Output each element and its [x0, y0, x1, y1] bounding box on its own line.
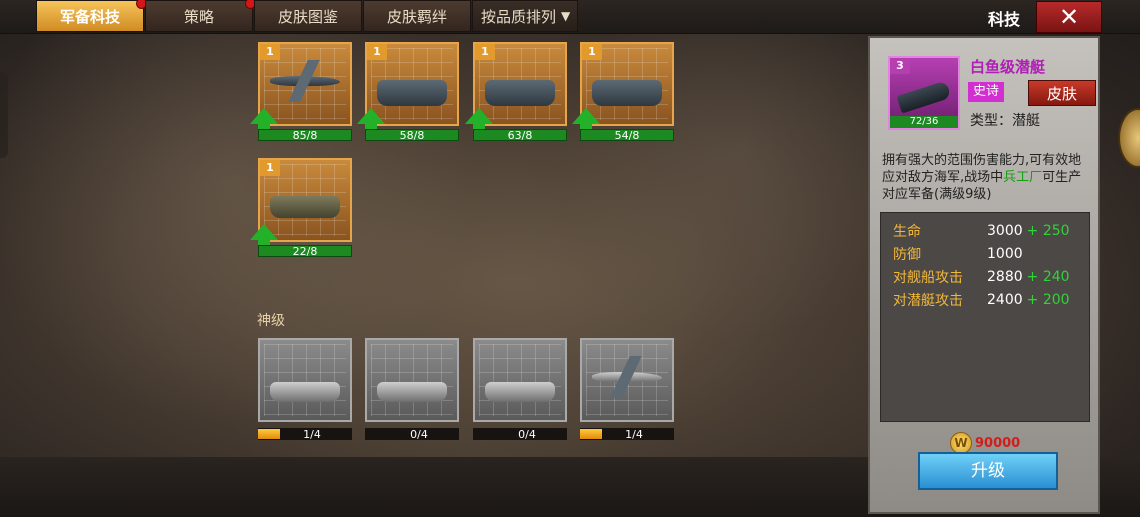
unit-card[interactable]: 1 22/8 [250, 158, 352, 257]
coin-icon: W [950, 432, 972, 454]
skin-button[interactable]: 皮肤 [1028, 80, 1096, 106]
upgrade-arrow-icon [250, 108, 278, 134]
upgrade-arrow-icon [572, 108, 600, 134]
cost-value: 90000 [975, 435, 1021, 451]
level-badge: 3 [890, 58, 910, 74]
stat-name: 生命 [893, 223, 921, 240]
unit-card[interactable]: 1 85/8 [250, 42, 352, 141]
tab-label: 军备科技 [59, 7, 120, 26]
shard-progress: 0/4 [365, 427, 459, 441]
battleship-icon [377, 80, 447, 106]
shard-progress-text: 0/4 [410, 427, 428, 441]
tab-skin-bond[interactable]: 皮肤羁绊 [363, 0, 471, 32]
stat-bonus: + 240 [1026, 268, 1070, 285]
shard-progress: 0/4 [473, 427, 567, 441]
shard-progress-text: 1/4 [303, 427, 321, 441]
level-badge: 1 [260, 160, 280, 176]
unit-progress: 85/8 [258, 129, 352, 141]
unit-card[interactable]: 1 54/8 [572, 42, 674, 141]
rarity-badge: 史诗 [968, 82, 1004, 102]
stat-row: 生命 3000 + 250 [881, 219, 1089, 242]
unit-card[interactable]: 1 58/8 [357, 42, 459, 141]
unit-description: 拥有强大的范围伤害能力,可有效地应对敌方海军,战场中兵工厂可生产对应军备(满级9… [882, 152, 1094, 203]
sort-label: 按品质排列 [481, 7, 557, 26]
upgrade-button[interactable]: 升级 [918, 452, 1058, 490]
unit-art [365, 338, 459, 422]
stat-row: 对潜艇攻击 2400 + 200 [881, 288, 1089, 311]
section-title-god-tier: 神级 [257, 313, 285, 329]
level-badge: 1 [582, 44, 602, 60]
stat-row: 防御 1000 [881, 242, 1089, 265]
upgrade-arrow-icon [250, 224, 278, 250]
stat-bonus: + 250 [1026, 222, 1070, 239]
bomber-plane-icon [270, 76, 340, 86]
stat-row: 对舰船攻击 2880 + 240 [881, 265, 1089, 288]
unit-card-locked[interactable]: 1/4 [580, 338, 674, 441]
artillery-icon [485, 382, 555, 402]
unit-progress: 22/8 [258, 245, 352, 257]
tab-label: 皮肤图鉴 [277, 7, 338, 26]
shard-fill [365, 429, 387, 439]
jet-plane-icon [592, 372, 662, 382]
unit-progress: 58/8 [365, 129, 459, 141]
shard-fill [258, 429, 280, 439]
tank-destroyer-icon [377, 382, 447, 402]
stat-bonus: + 200 [1026, 291, 1070, 308]
stat-value: 3000 [987, 222, 1023, 239]
shard-fill [473, 429, 495, 439]
unit-progress: 63/8 [473, 129, 567, 141]
anti-air-tank-icon [270, 196, 340, 218]
aircraft-carrier-icon [592, 80, 662, 106]
shard-progress: 1/4 [258, 427, 352, 441]
stat-value: 2400 [987, 291, 1023, 308]
tab-label: 策略 [183, 7, 214, 26]
unit-progress: 54/8 [580, 129, 674, 141]
close-button[interactable]: ✕ [1036, 1, 1102, 33]
cruiser-icon [485, 80, 555, 106]
stat-value: 1000 [987, 245, 1023, 262]
unit-name: 白鱼级潜艇 [970, 58, 1046, 76]
unit-card-locked[interactable]: 1/4 [258, 338, 352, 441]
stats-table: 生命 3000 + 250 防御 1000 对舰船攻击 2880 + 240 对… [880, 212, 1090, 422]
heavy-tank-icon [270, 382, 340, 402]
level-badge: 1 [475, 44, 495, 60]
stat-value: 2880 [987, 268, 1023, 285]
shard-fill [580, 429, 602, 439]
upgrade-arrow-icon [357, 108, 385, 134]
shard-progress-text: 0/4 [518, 427, 536, 441]
unit-type: 类型：潜艇 [970, 113, 1040, 129]
upgrade-arrow-icon [465, 108, 493, 134]
shard-progress-text: 1/4 [625, 427, 643, 441]
tab-strategy[interactable]: 策略 [145, 0, 256, 32]
tab-skin-gallery[interactable]: 皮肤图鉴 [254, 0, 362, 32]
top-bar: 军备科技 策略 皮肤图鉴 皮肤羁绊 按品质排列 ▼ 科技 ✕ [0, 0, 1140, 34]
stat-name: 防御 [893, 246, 921, 263]
tab-label: 皮肤羁绊 [386, 7, 447, 26]
unit-detail-panel: 3 72/36 白鱼级潜艇 史诗 皮肤 类型：潜艇 拥有强大的范围伤害能力,可有… [868, 36, 1100, 514]
tab-bar: 军备科技 策略 皮肤图鉴 皮肤羁绊 按品质排列 ▼ [36, 0, 579, 34]
sort-dropdown[interactable]: 按品质排列 ▼ [472, 0, 578, 32]
unit-card[interactable]: 1 63/8 [465, 42, 567, 141]
tab-military-tech[interactable]: 军备科技 [36, 0, 147, 32]
selected-unit-thumbnail: 3 72/36 [888, 56, 960, 130]
stat-name: 对舰船攻击 [893, 269, 963, 286]
close-icon: ✕ [1058, 3, 1080, 31]
unit-art [258, 338, 352, 422]
level-badge: 1 [367, 44, 387, 60]
unit-progress: 72/36 [890, 116, 958, 128]
unit-card-locked[interactable]: 0/4 [365, 338, 459, 441]
stat-name: 对潜艇攻击 [893, 292, 963, 309]
unit-art [473, 338, 567, 422]
submarine-icon [896, 80, 952, 114]
unit-card-locked[interactable]: 0/4 [473, 338, 567, 441]
level-badge: 1 [260, 44, 280, 60]
side-handle[interactable] [0, 72, 8, 158]
desc-highlight: 兵工厂 [1003, 170, 1043, 185]
shard-progress: 1/4 [580, 427, 674, 441]
upgrade-cost: W 90000 [950, 432, 1020, 454]
page-title: 科技 [988, 10, 1021, 29]
unit-art [580, 338, 674, 422]
chevron-down-icon: ▼ [561, 9, 571, 23]
